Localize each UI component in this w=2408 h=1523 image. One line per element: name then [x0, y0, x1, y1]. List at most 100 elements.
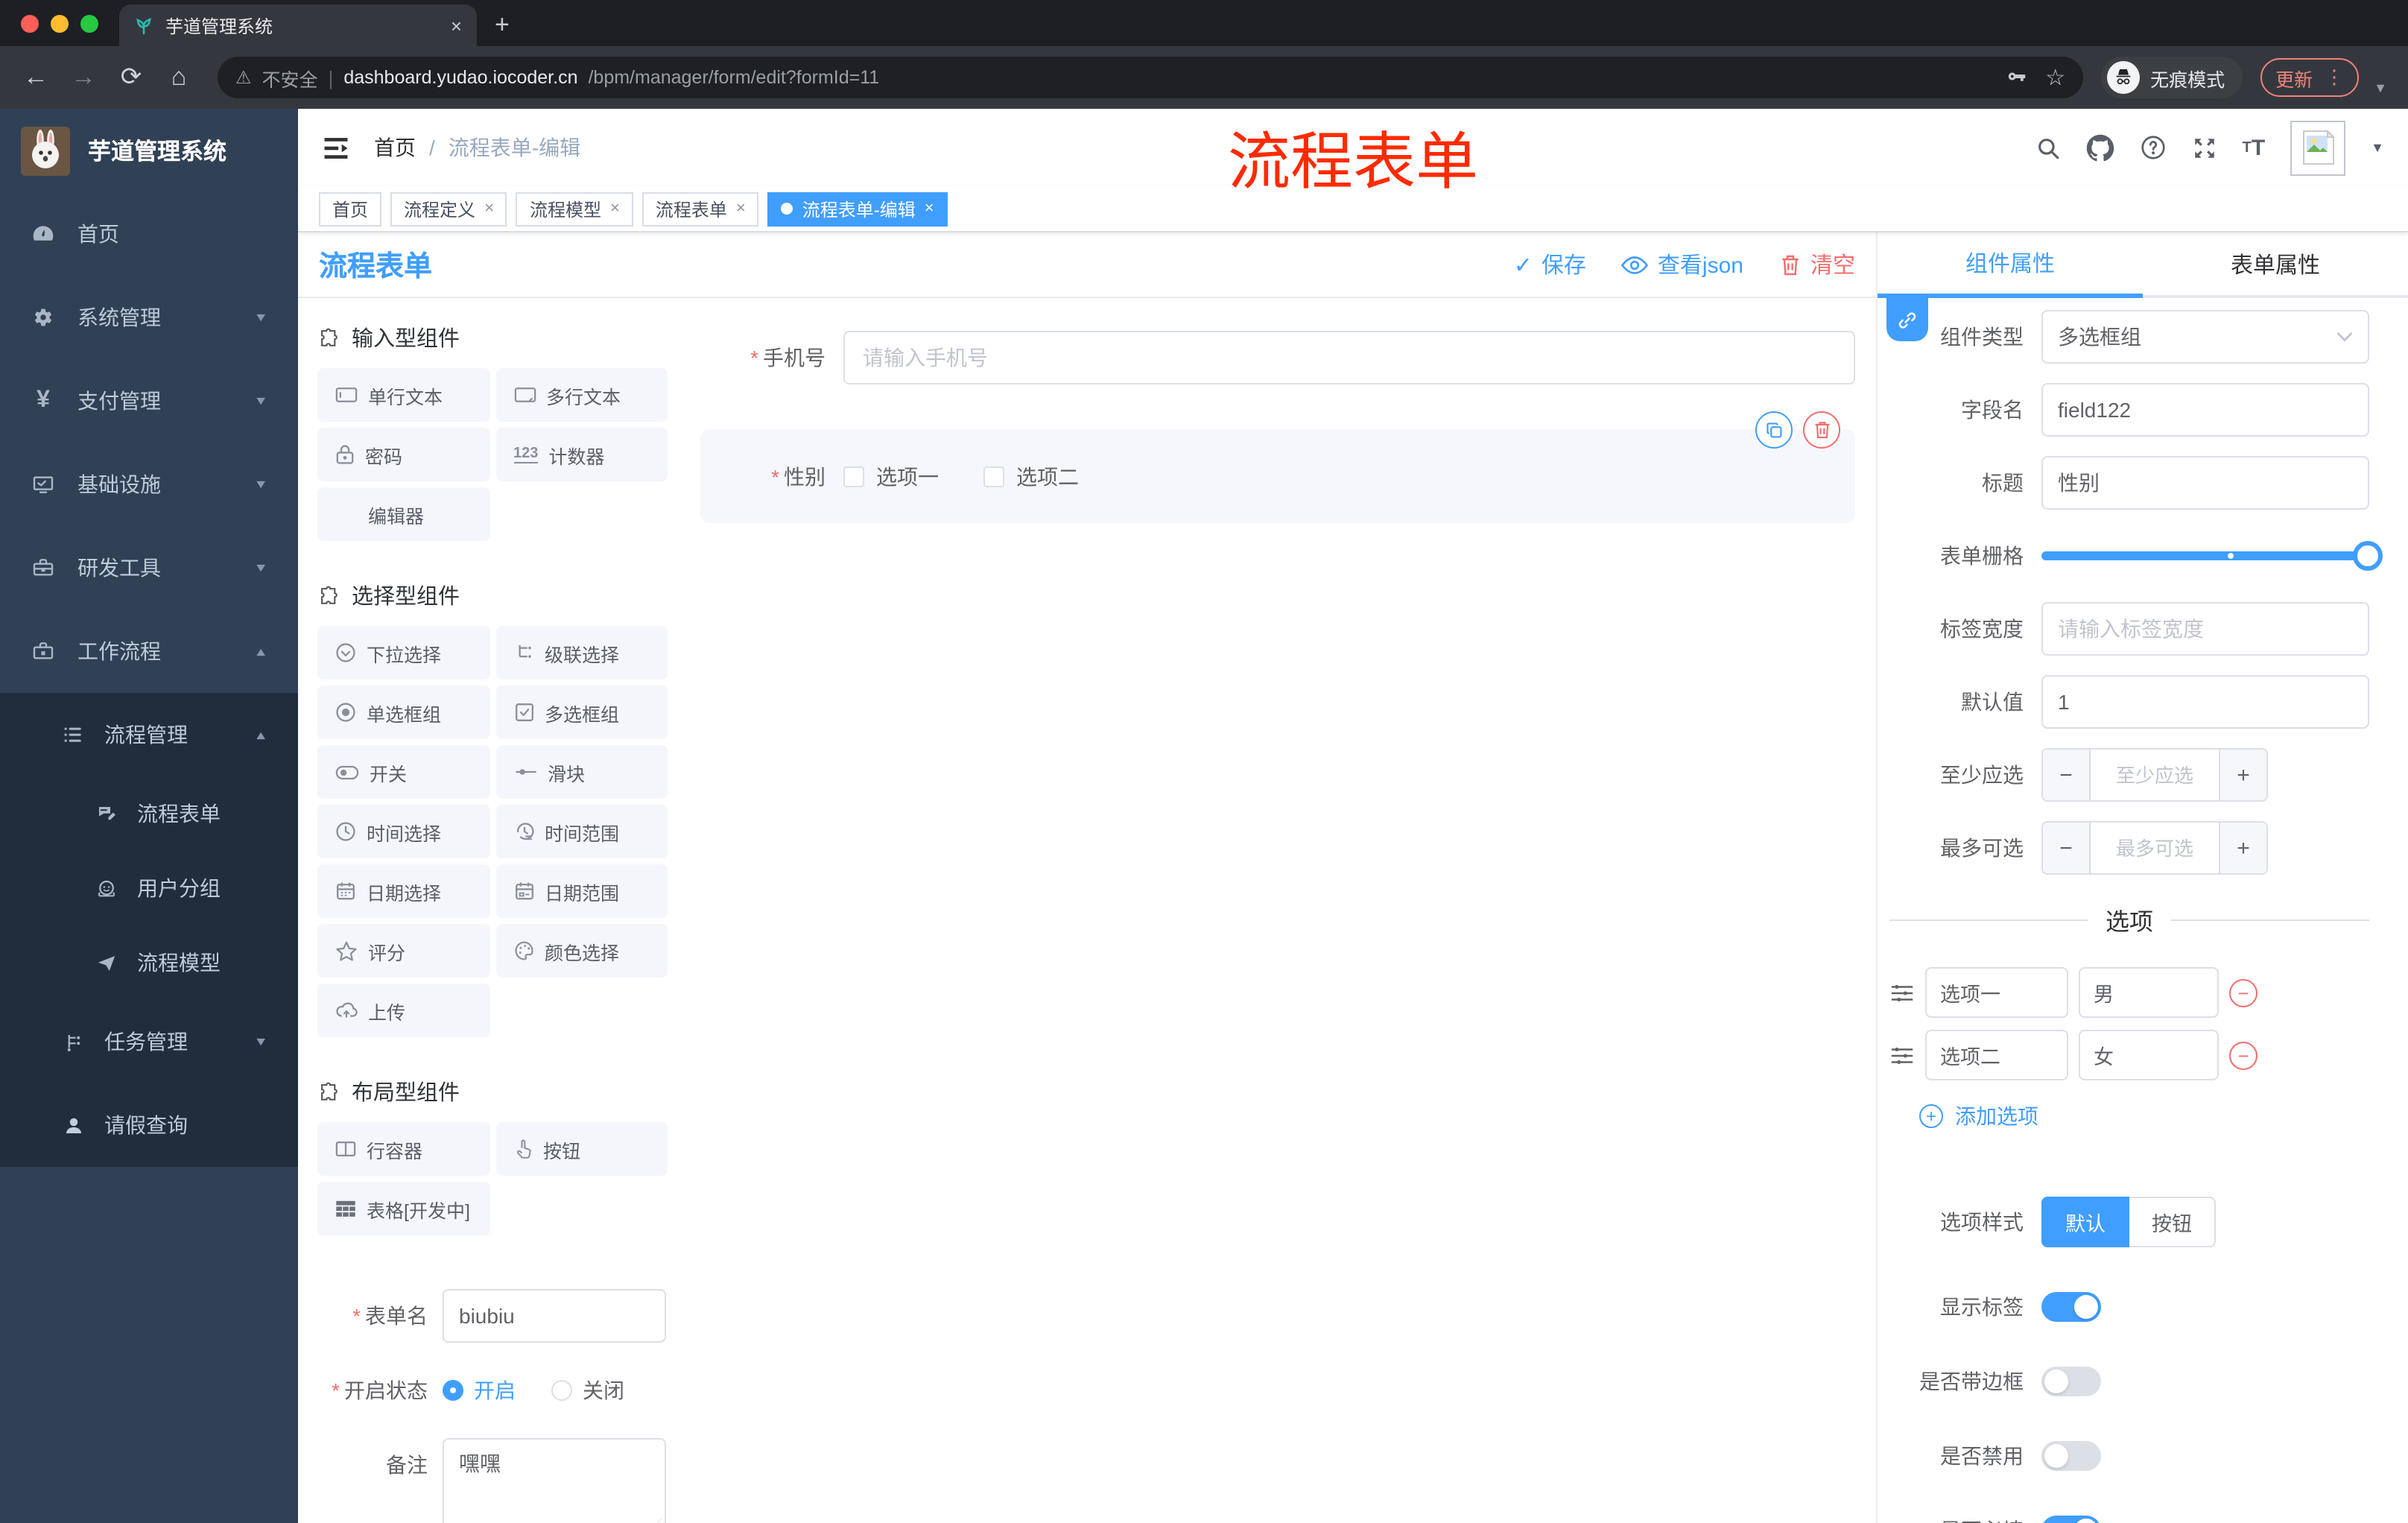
plus-icon[interactable]: + — [2219, 750, 2266, 800]
browser-tab[interactable]: 芋道管理系统 × — [119, 4, 477, 46]
status-radio-on[interactable]: 开启 — [443, 1375, 516, 1405]
home-icon[interactable]: ⌂ — [158, 57, 200, 98]
widget-phone[interactable]: 手机号 — [700, 331, 1855, 384]
component-time-range[interactable]: 时间范围 — [495, 805, 668, 858]
tag-close-icon[interactable]: × — [484, 200, 494, 218]
sidebar-item-process-model[interactable]: 流程模型 — [0, 925, 298, 1000]
url-bar[interactable]: ⚠ 不安全 | dashboard.yudao.iocoder.cn /bpm/… — [218, 57, 2084, 98]
link-fold-button[interactable] — [1886, 298, 1928, 341]
gender-option-2[interactable]: 选项二 — [983, 462, 1079, 492]
sidebar-item-home[interactable]: 首页 — [0, 192, 298, 276]
tag-close-icon[interactable]: × — [736, 200, 746, 218]
component-cascader[interactable]: 级联选择 — [495, 626, 668, 680]
component-slider[interactable]: 滑块 — [495, 745, 668, 799]
component-single-text[interactable]: 单行文本 — [317, 368, 489, 422]
sidebar-item-devtools[interactable]: 研发工具 ▼ — [0, 526, 298, 609]
default-value-input[interactable] — [2041, 675, 2369, 729]
component-counter[interactable]: 123 计数器 — [495, 428, 668, 481]
component-table[interactable]: 表格[开发中] — [317, 1182, 489, 1235]
fullscreen-icon[interactable] — [2192, 135, 2217, 160]
component-upload[interactable]: 上传 — [317, 984, 489, 1037]
gender-option-1[interactable]: 选项一 — [843, 462, 939, 492]
sidebar-item-process-mgmt[interactable]: 流程管理 ▼ — [0, 693, 298, 776]
show-label-switch[interactable] — [2041, 1292, 2101, 1322]
label-width-input[interactable] — [2041, 602, 2369, 656]
reload-icon[interactable]: ⟳ — [110, 57, 152, 98]
component-password[interactable]: 密码 — [317, 428, 489, 481]
chevron-down-icon[interactable]: ▼ — [2371, 140, 2384, 155]
phone-input[interactable] — [843, 331, 1855, 384]
remove-option-button[interactable]: − — [2229, 1041, 2258, 1069]
tag-close-icon[interactable]: × — [610, 200, 620, 218]
search-icon[interactable] — [2035, 135, 2061, 160]
close-window-button[interactable] — [21, 14, 39, 32]
component-checkbox-group[interactable]: 多选框组 — [495, 685, 668, 739]
breadcrumb-home[interactable]: 首页 — [374, 133, 416, 162]
component-editor[interactable]: 编辑器 — [317, 487, 489, 541]
view-json-button[interactable]: 查看json — [1621, 249, 1743, 280]
sidebar-item-system[interactable]: 系统管理 ▼ — [0, 276, 298, 359]
component-type-select[interactable]: 多选框组 — [2041, 310, 2369, 364]
minus-icon[interactable]: − — [2043, 823, 2091, 873]
new-tab-button[interactable]: + — [495, 10, 510, 46]
sidebar-item-infra[interactable]: 基础设施 ▼ — [0, 443, 298, 526]
delete-widget-button[interactable] — [1803, 411, 1840, 449]
copy-widget-button[interactable] — [1755, 411, 1793, 449]
min-select-input[interactable] — [2091, 750, 2219, 800]
back-icon[interactable]: ← — [15, 57, 57, 98]
option-name-input[interactable] — [1925, 1030, 2068, 1080]
status-radio-off[interactable]: 关闭 — [551, 1375, 624, 1405]
component-date-range[interactable]: 日期范围 — [495, 864, 668, 918]
tag-process-definition[interactable]: 流程定义 × — [390, 191, 507, 226]
form-name-input[interactable] — [443, 1289, 666, 1343]
app-logo[interactable]: 芋道管理系统 — [0, 109, 298, 192]
component-radio-group[interactable]: 单选框组 — [317, 685, 489, 739]
avatar[interactable] — [2290, 120, 2346, 175]
bookmark-star-icon[interactable]: ☆ — [2045, 64, 2065, 91]
field-name-input[interactable] — [2041, 383, 2369, 437]
tab-component-props[interactable]: 组件属性 — [1878, 232, 2143, 298]
clear-button[interactable]: 清空 — [1779, 249, 1855, 280]
style-button-button[interactable]: 按钮 — [2129, 1197, 2216, 1247]
widget-gender-selected[interactable]: 性别 选项一 选项二 — [700, 411, 1855, 523]
plus-icon[interactable]: + — [2219, 823, 2266, 873]
save-button[interactable]: ✓ 保存 — [1514, 249, 1586, 280]
border-switch[interactable] — [2041, 1367, 2101, 1396]
tag-process-form[interactable]: 流程表单 × — [641, 191, 759, 226]
component-color-picker[interactable]: 颜色选择 — [495, 924, 668, 978]
tag-home[interactable]: 首页 — [319, 191, 382, 226]
tab-close-icon[interactable]: × — [451, 14, 462, 37]
sidebar-item-payment[interactable]: ¥ 支付管理 ▼ — [0, 359, 298, 443]
drag-handle-icon[interactable] — [1889, 981, 1915, 1004]
tab-form-props[interactable]: 表单属性 — [2143, 232, 2408, 298]
security-label[interactable]: 不安全 — [262, 63, 318, 92]
disabled-switch[interactable] — [2041, 1441, 2101, 1471]
option-name-input[interactable] — [1925, 967, 2068, 1018]
slider-handle[interactable] — [2353, 541, 2383, 571]
option-value-input[interactable] — [2079, 1030, 2219, 1080]
help-icon[interactable] — [2140, 134, 2167, 161]
sidebar-collapse-icon[interactable] — [322, 135, 350, 160]
sidebar-item-leave-query[interactable]: 请假查询 — [0, 1083, 298, 1167]
checkbox[interactable] — [843, 466, 864, 487]
tag-process-model[interactable]: 流程模型 × — [516, 191, 633, 226]
component-rate[interactable]: 评分 — [317, 924, 489, 978]
component-multi-text[interactable]: 多行文本 — [495, 368, 668, 422]
drag-handle-icon[interactable] — [1889, 1044, 1915, 1066]
required-switch[interactable] — [2041, 1516, 2101, 1523]
grid-slider[interactable] — [2041, 529, 2383, 583]
component-time-picker[interactable]: 时间选择 — [317, 805, 489, 858]
form-canvas[interactable]: 手机号 — [685, 298, 1876, 1523]
title-input[interactable] — [2041, 456, 2369, 510]
tag-close-icon[interactable]: × — [925, 200, 934, 218]
browser-menu-icon[interactable]: ⋮ — [2325, 66, 2344, 89]
option-value-input[interactable] — [2079, 967, 2219, 1018]
password-key-icon[interactable] — [2005, 66, 2027, 89]
minus-icon[interactable]: − — [2043, 750, 2091, 800]
add-option-button[interactable]: + 添加选项 — [1919, 1101, 2369, 1131]
max-select-input[interactable] — [2091, 823, 2219, 873]
component-date-picker[interactable]: 日期选择 — [317, 864, 489, 918]
sidebar-item-process-form[interactable]: 流程表单 — [0, 776, 298, 851]
style-default-button[interactable]: 默认 — [2041, 1197, 2129, 1247]
sidebar-item-user-group[interactable]: 用户分组 — [0, 851, 298, 925]
